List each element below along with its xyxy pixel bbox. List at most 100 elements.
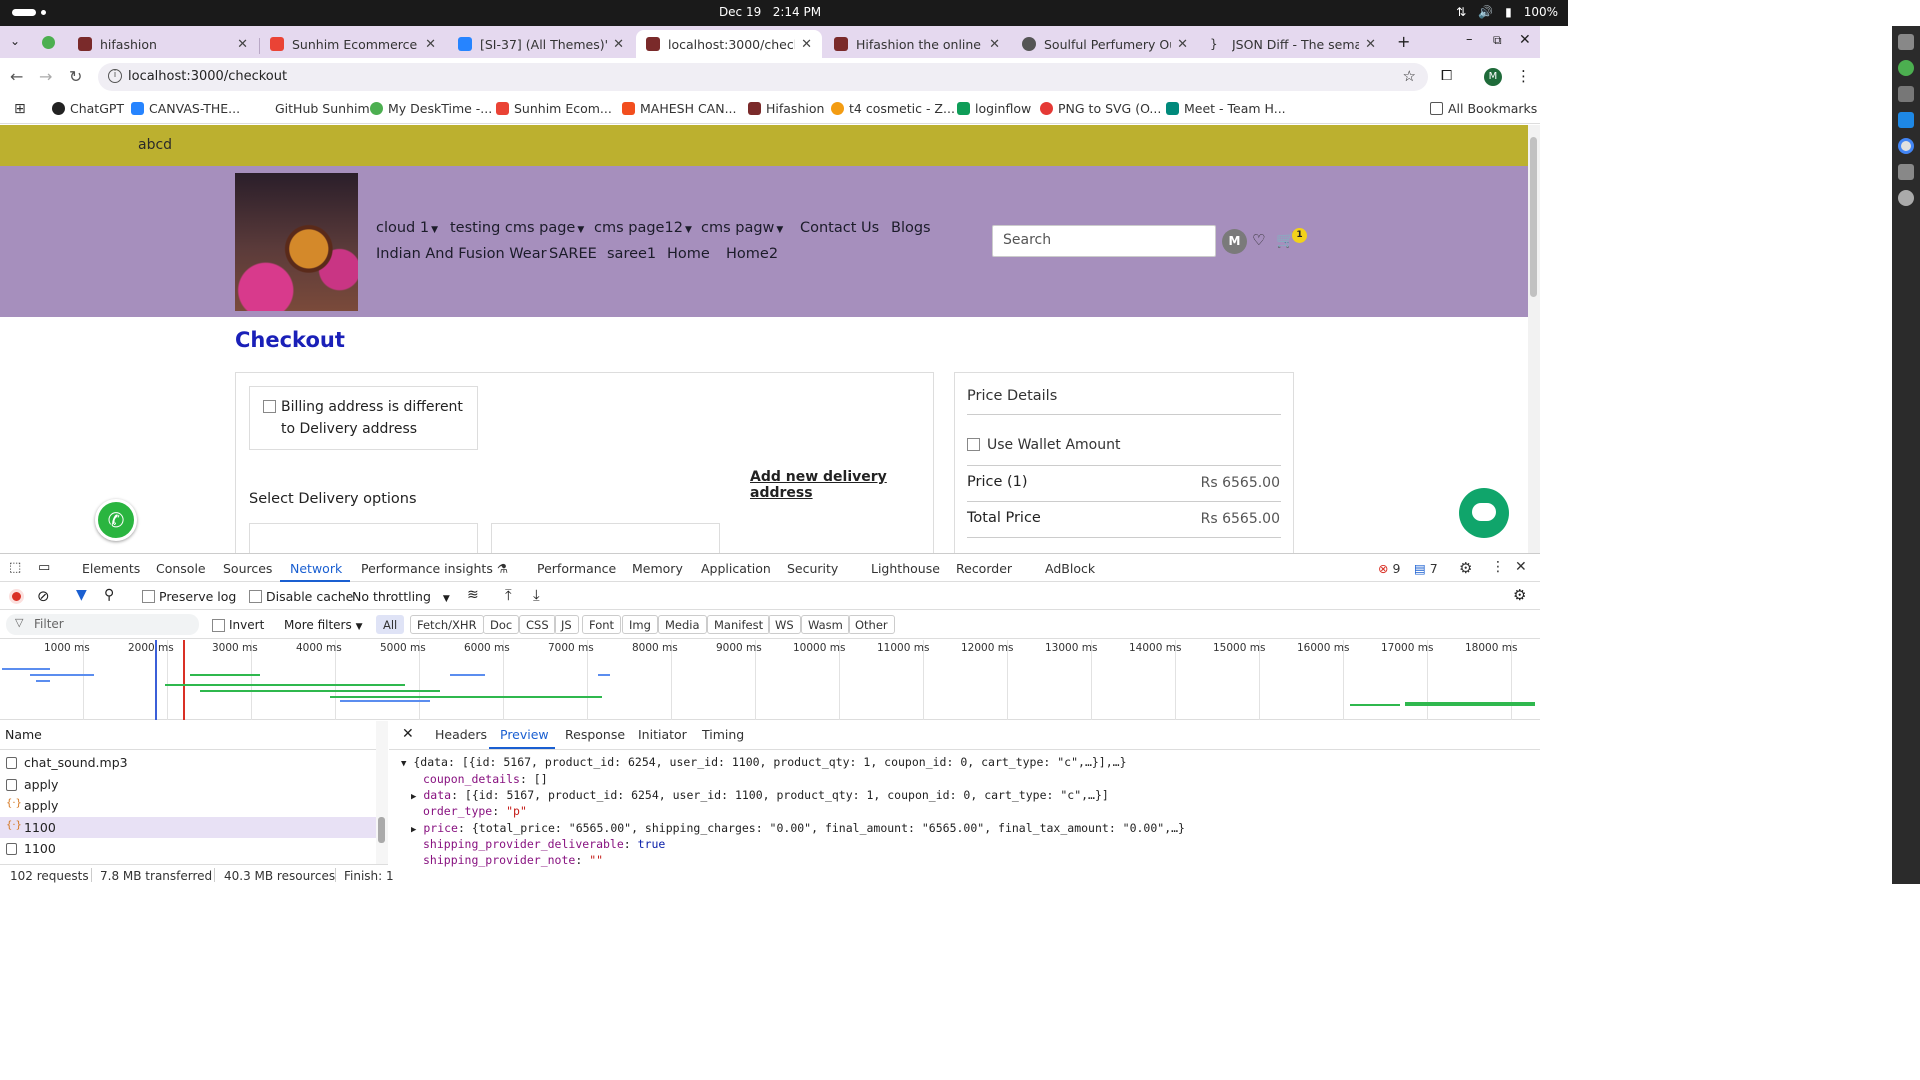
devtools-tab-lighthouse[interactable]: Lighthouse: [871, 561, 940, 576]
page-scrollbar[interactable]: [1528, 125, 1540, 553]
bookmark-item[interactable]: MAHESH CAN...: [622, 101, 737, 116]
request-row[interactable]: {·} apply: [0, 795, 376, 817]
gear-icon[interactable]: ⚙: [1459, 559, 1472, 577]
devtools-tab-memory[interactable]: Memory: [632, 561, 683, 576]
filter-other[interactable]: Other: [848, 615, 895, 634]
tab-jira-si37[interactable]: [SI-37] (All Themes)'Buy ✕: [448, 30, 634, 58]
reload-button[interactable]: ↻: [69, 67, 82, 86]
bookmark-item[interactable]: Meet - Team H...: [1166, 101, 1286, 116]
request-row[interactable]: 1100: [0, 838, 376, 860]
detail-tab-headers[interactable]: Headers: [435, 727, 487, 742]
nav-item[interactable]: Contact Us: [800, 220, 879, 236]
delivery-option-card[interactable]: [491, 523, 720, 553]
request-list-scrollbar[interactable]: [376, 721, 388, 864]
invert-checkbox[interactable]: [212, 619, 225, 632]
clock[interactable]: Dec 19 2:14 PM: [0, 5, 1540, 19]
filter-font[interactable]: Font: [582, 615, 622, 634]
more-filters-dropdown[interactable]: More filters ▼: [284, 618, 362, 632]
back-button[interactable]: ←: [10, 67, 23, 86]
profile-avatar[interactable]: M: [1484, 68, 1502, 86]
nav-item[interactable]: Home: [667, 246, 710, 262]
tab-checkout[interactable]: localhost:3000/checkou ✕: [636, 30, 822, 58]
bookmark-item[interactable]: CANVAS-THE...: [131, 101, 240, 116]
scrollbar-thumb[interactable]: [1530, 137, 1537, 297]
disable-cache-checkbox[interactable]: [249, 590, 262, 603]
close-icon[interactable]: ✕: [237, 37, 248, 52]
billing-toggle-box[interactable]: Billing address is different to Delivery…: [249, 386, 478, 450]
filter-fetch-xhr[interactable]: Fetch/XHR: [410, 615, 484, 634]
detail-tab-preview[interactable]: Preview: [500, 727, 549, 742]
all-bookmarks[interactable]: All Bookmarks: [1430, 101, 1537, 116]
bookmark-item[interactable]: loginflow: [957, 101, 1031, 116]
add-delivery-address-link[interactable]: Add new delivery address: [750, 469, 933, 501]
close-icon[interactable]: ✕: [613, 37, 624, 52]
address-bar[interactable]: i localhost:3000/checkout ☆: [98, 63, 1428, 91]
close-icon[interactable]: ✕: [1365, 37, 1376, 52]
filter-img[interactable]: Img: [622, 615, 658, 634]
filter-doc[interactable]: Doc: [483, 615, 520, 634]
request-row[interactable]: chat_sound.mp3: [0, 752, 376, 774]
error-count[interactable]: ⊗ 9: [1378, 561, 1400, 576]
close-icon[interactable]: ✕: [801, 37, 812, 52]
message-count[interactable]: ▤ 7: [1414, 561, 1438, 576]
filter-js[interactable]: JS: [554, 615, 579, 634]
chrome-icon[interactable]: [1898, 138, 1914, 154]
new-tab-button[interactable]: +: [1397, 32, 1410, 51]
device-toolbar-icon[interactable]: ▭: [38, 560, 50, 575]
devtools-tab-elements[interactable]: Elements: [82, 561, 140, 576]
expand-triangle-icon[interactable]: ▼: [401, 759, 406, 769]
tab-json-diff[interactable]: }JSON Diff - The semant✕: [1200, 30, 1386, 58]
devtools-tab-adblock[interactable]: AdBlock: [1045, 561, 1095, 576]
files-icon[interactable]: [1898, 34, 1914, 50]
browser-menu-icon[interactable]: ⋮: [1516, 67, 1531, 85]
chat-widget-button[interactable]: [1459, 488, 1509, 538]
close-icon[interactable]: ✕: [1177, 37, 1188, 52]
download-icon[interactable]: ⤓: [533, 586, 540, 604]
filter-ws[interactable]: WS: [768, 615, 801, 634]
json-root-line[interactable]: ▼ {data: [{id: 5167, product_id: 6254, u…: [401, 755, 1127, 769]
app-icon[interactable]: [1898, 190, 1914, 206]
devtools-tab-security[interactable]: Security: [787, 561, 838, 576]
network-conditions-icon[interactable]: ≋: [467, 587, 479, 603]
more-options-icon[interactable]: ⋮: [1491, 559, 1505, 575]
record-button[interactable]: [9, 589, 24, 604]
close-icon[interactable]: ✕: [989, 37, 1000, 52]
nav-item[interactable]: Indian And Fusion Wear: [376, 246, 547, 262]
tab-soulful-perfumery[interactable]: Soulful Perfumery Oud ✕: [1012, 30, 1198, 58]
nav-item[interactable]: Blogs: [891, 220, 931, 236]
whatsapp-icon[interactable]: ✆: [95, 499, 137, 541]
filter-icon[interactable]: ▼: [76, 587, 87, 603]
bookmark-item[interactable]: GitHub Sunhim: [257, 101, 370, 116]
nav-item[interactable]: cms pagw ▼: [701, 220, 783, 236]
request-row-selected[interactable]: {·} 1100: [0, 816, 376, 838]
inspect-element-icon[interactable]: ⬚: [9, 560, 21, 575]
nav-item[interactable]: saree1: [607, 246, 656, 262]
bookmark-item[interactable]: Sunhim Ecom...: [496, 101, 612, 116]
nav-item[interactable]: cms page12 ▼: [594, 220, 692, 236]
nav-item[interactable]: cloud 1 ▼: [376, 220, 438, 236]
terminal-icon[interactable]: [1898, 86, 1914, 102]
devtools-tab-application[interactable]: Application: [701, 561, 771, 576]
clear-icon[interactable]: ⊘: [37, 587, 50, 605]
bookmark-item[interactable]: My DeskTime -...: [370, 101, 492, 116]
wishlist-heart-icon[interactable]: ♡: [1252, 231, 1265, 249]
filter-wasm[interactable]: Wasm: [801, 615, 850, 634]
request-row[interactable]: apply: [0, 774, 376, 796]
tab-search-icon[interactable]: ⌄: [10, 34, 20, 48]
close-icon[interactable]: ✕: [425, 37, 436, 52]
app-icon[interactable]: [1898, 60, 1914, 76]
bookmark-item[interactable]: t4 cosmetic - Z...: [831, 101, 955, 116]
bookmark-item[interactable]: ChatGPT: [52, 101, 124, 116]
scrollbar-thumb[interactable]: [378, 817, 385, 843]
preserve-log-checkbox[interactable]: [142, 590, 155, 603]
filter-all[interactable]: All: [376, 615, 405, 634]
detail-tab-timing[interactable]: Timing: [702, 727, 744, 742]
close-detail-icon[interactable]: ✕: [402, 726, 414, 742]
tab-hifashion[interactable]: hifashion ✕: [68, 30, 258, 58]
extensions-icon[interactable]: ⧠: [1441, 68, 1452, 84]
json-line[interactable]: ▶ data: [{id: 5167, product_id: 6254, us…: [411, 788, 1109, 802]
devtools-tab-console[interactable]: Console: [156, 561, 206, 576]
network-settings-gear-icon[interactable]: ⚙: [1513, 586, 1526, 604]
pinned-tab-icon[interactable]: [42, 36, 55, 49]
wallet-checkbox[interactable]: [967, 438, 980, 451]
